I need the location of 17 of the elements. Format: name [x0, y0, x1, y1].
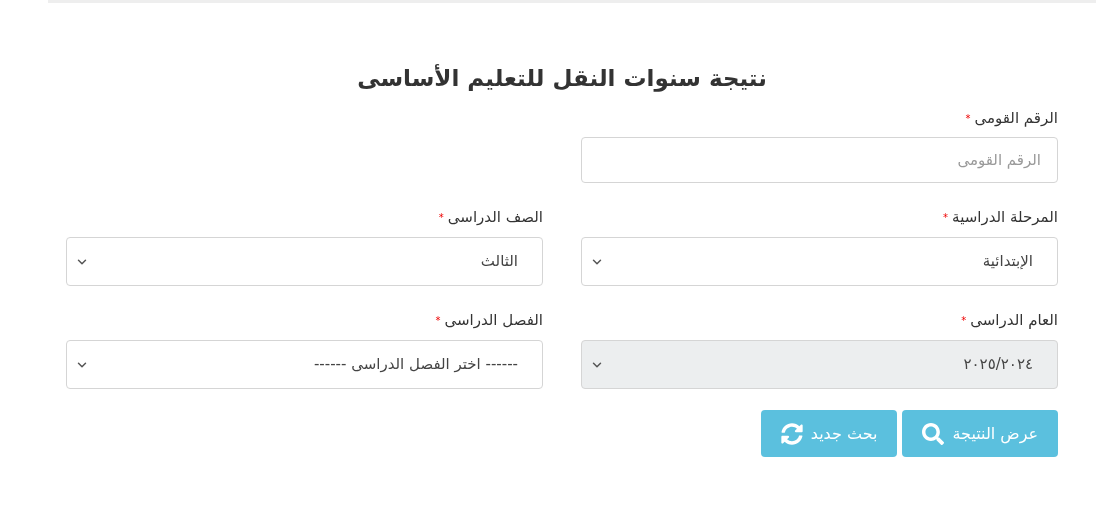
dropdown[interactable]: الثالث [66, 237, 543, 286]
required-mark: * [435, 313, 441, 328]
refresh-icon [780, 422, 803, 445]
dropdown[interactable]: الإبتدائية [581, 237, 1058, 286]
field-label: الصف الدراسى [447, 206, 543, 228]
field-label: الرقم القومى [974, 107, 1058, 129]
dropdown[interactable]: ------ اختر الفصل الدراسى ------ [66, 340, 543, 389]
input-field[interactable]: الرقم القومى [581, 137, 1058, 183]
required-mark: * [438, 210, 444, 225]
page-title: نتيجة سنوات النقل للتعليم الأساسى [356, 63, 768, 94]
field-label: المرحلة الدراسية [952, 206, 1058, 228]
required-mark: * [965, 111, 971, 126]
search-icon [922, 422, 945, 445]
field-label: الفصل الدراسى [444, 309, 543, 331]
required-mark: * [943, 210, 949, 225]
field-label: العام الدراسى [970, 309, 1058, 331]
required-mark: * [961, 313, 967, 328]
